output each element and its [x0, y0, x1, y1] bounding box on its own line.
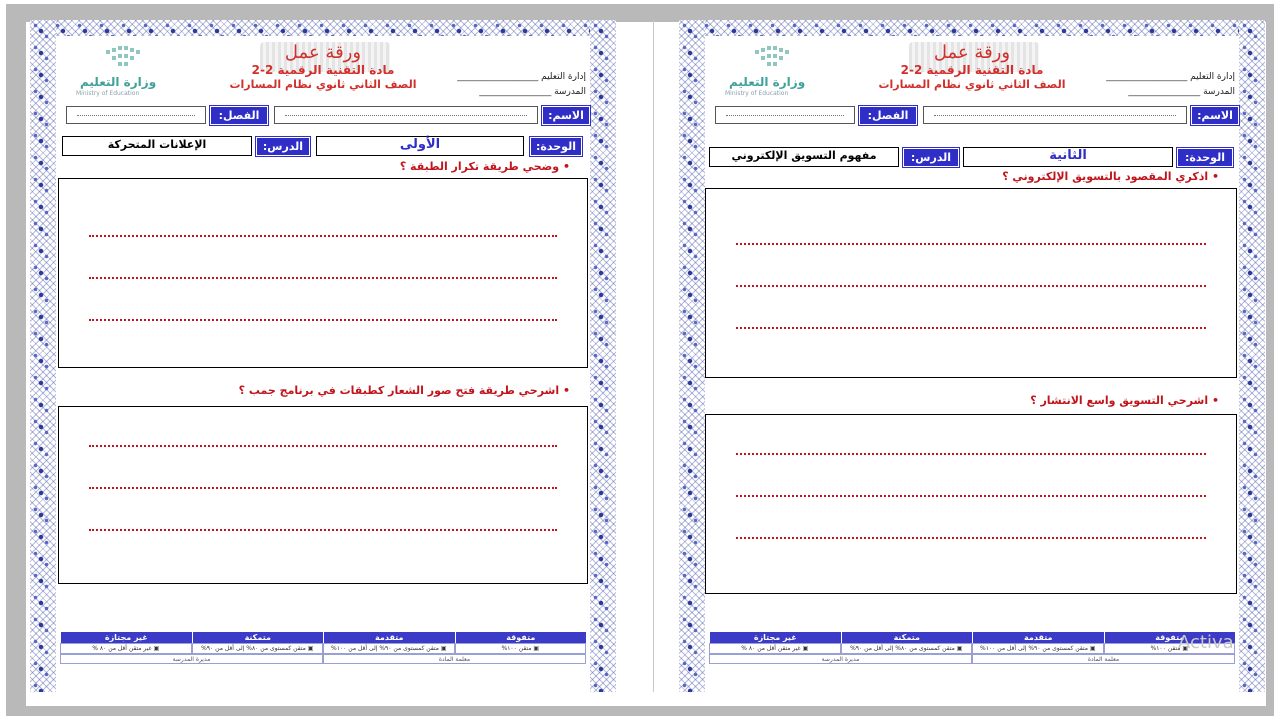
answer-line: [736, 495, 1206, 497]
school-dots: ________________: [1128, 87, 1201, 97]
ornament-border-top: [30, 20, 616, 36]
grade-header: متقدمة: [323, 632, 455, 643]
unit-value: الثانية: [963, 147, 1173, 167]
answer-box-2[interactable]: [705, 414, 1237, 594]
admin-label: إدارة التعليم: [541, 72, 586, 82]
answer-line: [89, 235, 557, 237]
lesson-label: الدرس:: [902, 147, 960, 168]
question-1: • وضحي طريقة تكرار الطبقة ؟: [399, 160, 570, 173]
ornament-border-left: [679, 20, 705, 692]
grade-criterion[interactable]: ▣ متقن كمستوى من ٩٠% إلى أقل من ١٠٠%: [972, 643, 1104, 654]
class-label: الفصل:: [209, 105, 269, 126]
answer-line: [89, 487, 557, 489]
admin-info: إدارة التعليم __________________ المدرسة…: [1106, 70, 1235, 100]
grade-header: متفوقة: [454, 632, 586, 643]
activation-watermark: Activa: [1178, 632, 1234, 653]
grading-table: متفوقة متقدمة متمكنة غير مجتازة ▣ متقن ١…: [60, 632, 586, 664]
class-field[interactable]: [715, 106, 855, 124]
principal-signature: مديرة المدرسة: [709, 654, 972, 664]
answer-box-2[interactable]: [58, 406, 588, 584]
admin-label: إدارة التعليم: [1190, 72, 1235, 82]
answer-line: [736, 243, 1206, 245]
grade-header: متمكنة: [191, 632, 323, 643]
answer-line: [736, 327, 1206, 329]
admin-dots: __________________: [1106, 72, 1188, 82]
lesson-value: مفهوم التسويق الإلكتروني: [709, 147, 899, 167]
grade-header: غير مجتازة: [709, 632, 841, 643]
grade-header: غير مجتازة: [60, 632, 192, 643]
answer-line: [89, 277, 557, 279]
grade-header: متمكنة: [840, 632, 972, 643]
grade-criterion[interactable]: ▣ غير متقن أقل من ٨٠ %: [60, 643, 192, 654]
grade-criterion[interactable]: ▣ متقن كمستوى من ٩٠% إلى أقل من ١٠٠%: [323, 643, 455, 654]
lesson-value: الإعلانات المتحركة: [62, 136, 252, 156]
principal-signature: مديرة المدرسة: [60, 654, 323, 664]
answer-line: [89, 445, 557, 447]
class-field[interactable]: [66, 106, 206, 124]
question-2: • اشرحي التسويق واسع الانتشار ؟: [1030, 394, 1219, 407]
ornament-border-right: [1239, 20, 1265, 692]
question-1: • اذكري المقصود بالتسويق الإلكتروني ؟: [1002, 170, 1219, 183]
grading-table: متفوقة متقدمة متمكنة غير مجتازة ▣ متقن ١…: [709, 632, 1235, 664]
grade-criterion[interactable]: ▣ متقن ١٠٠%: [454, 643, 586, 654]
teacher-signature: معلمة المادة: [972, 654, 1235, 664]
worksheet-page-2: وزارة التعليم Ministry of Education ورقة…: [679, 20, 1265, 692]
class-label: الفصل:: [858, 105, 918, 126]
answer-box-1[interactable]: [58, 178, 588, 368]
name-field[interactable]: [274, 106, 538, 124]
grade-header: متقدمة: [972, 632, 1104, 643]
page-divider: [653, 20, 654, 692]
question-2: • اشرحي طريقة فتح صور الشعار كطبقات في ب…: [238, 384, 570, 397]
answer-line: [89, 319, 557, 321]
ornament-border-right: [590, 20, 616, 692]
school-label: المدرسة: [554, 87, 586, 97]
ministry-name-en: Ministry of Education: [76, 90, 140, 97]
unit-label: الوحدة:: [1176, 147, 1234, 168]
admin-dots: __________________: [457, 72, 539, 82]
unit-value: الأولى: [316, 136, 524, 156]
answer-line: [736, 285, 1206, 287]
grade-criterion[interactable]: ▣ متقن كمستوى من ٨٠% إلى أقل من ٩٠%: [191, 643, 323, 654]
worksheet-title: ورقة عمل: [933, 42, 1011, 63]
school-dots: ________________: [479, 87, 552, 97]
answer-line: [736, 537, 1206, 539]
unit-label: الوحدة:: [529, 136, 583, 157]
worksheet-title: ورقة عمل: [284, 42, 362, 63]
ministry-name-en: Ministry of Education: [725, 90, 789, 97]
grade-criterion[interactable]: ▣ متقن كمستوى من ٨٠% إلى أقل من ٩٠%: [840, 643, 972, 654]
teacher-signature: معلمة المادة: [323, 654, 586, 664]
name-label: الاسم:: [1190, 105, 1240, 126]
school-label: المدرسة: [1203, 87, 1235, 97]
admin-info: إدارة التعليم __________________ المدرسة…: [457, 70, 586, 100]
lesson-label: الدرس:: [255, 136, 311, 157]
grade-criterion[interactable]: ▣ غير متقن أقل من ٨٠ %: [709, 643, 841, 654]
ornament-border-top: [679, 20, 1265, 36]
name-field[interactable]: [923, 106, 1187, 124]
name-label: الاسم:: [541, 105, 591, 126]
worksheet-page-1: وزارة التعليم Ministry of Education ورقة…: [30, 20, 616, 692]
answer-line: [89, 529, 557, 531]
answer-line: [736, 453, 1206, 455]
answer-box-1[interactable]: [705, 188, 1237, 378]
ornament-border-left: [30, 20, 56, 692]
